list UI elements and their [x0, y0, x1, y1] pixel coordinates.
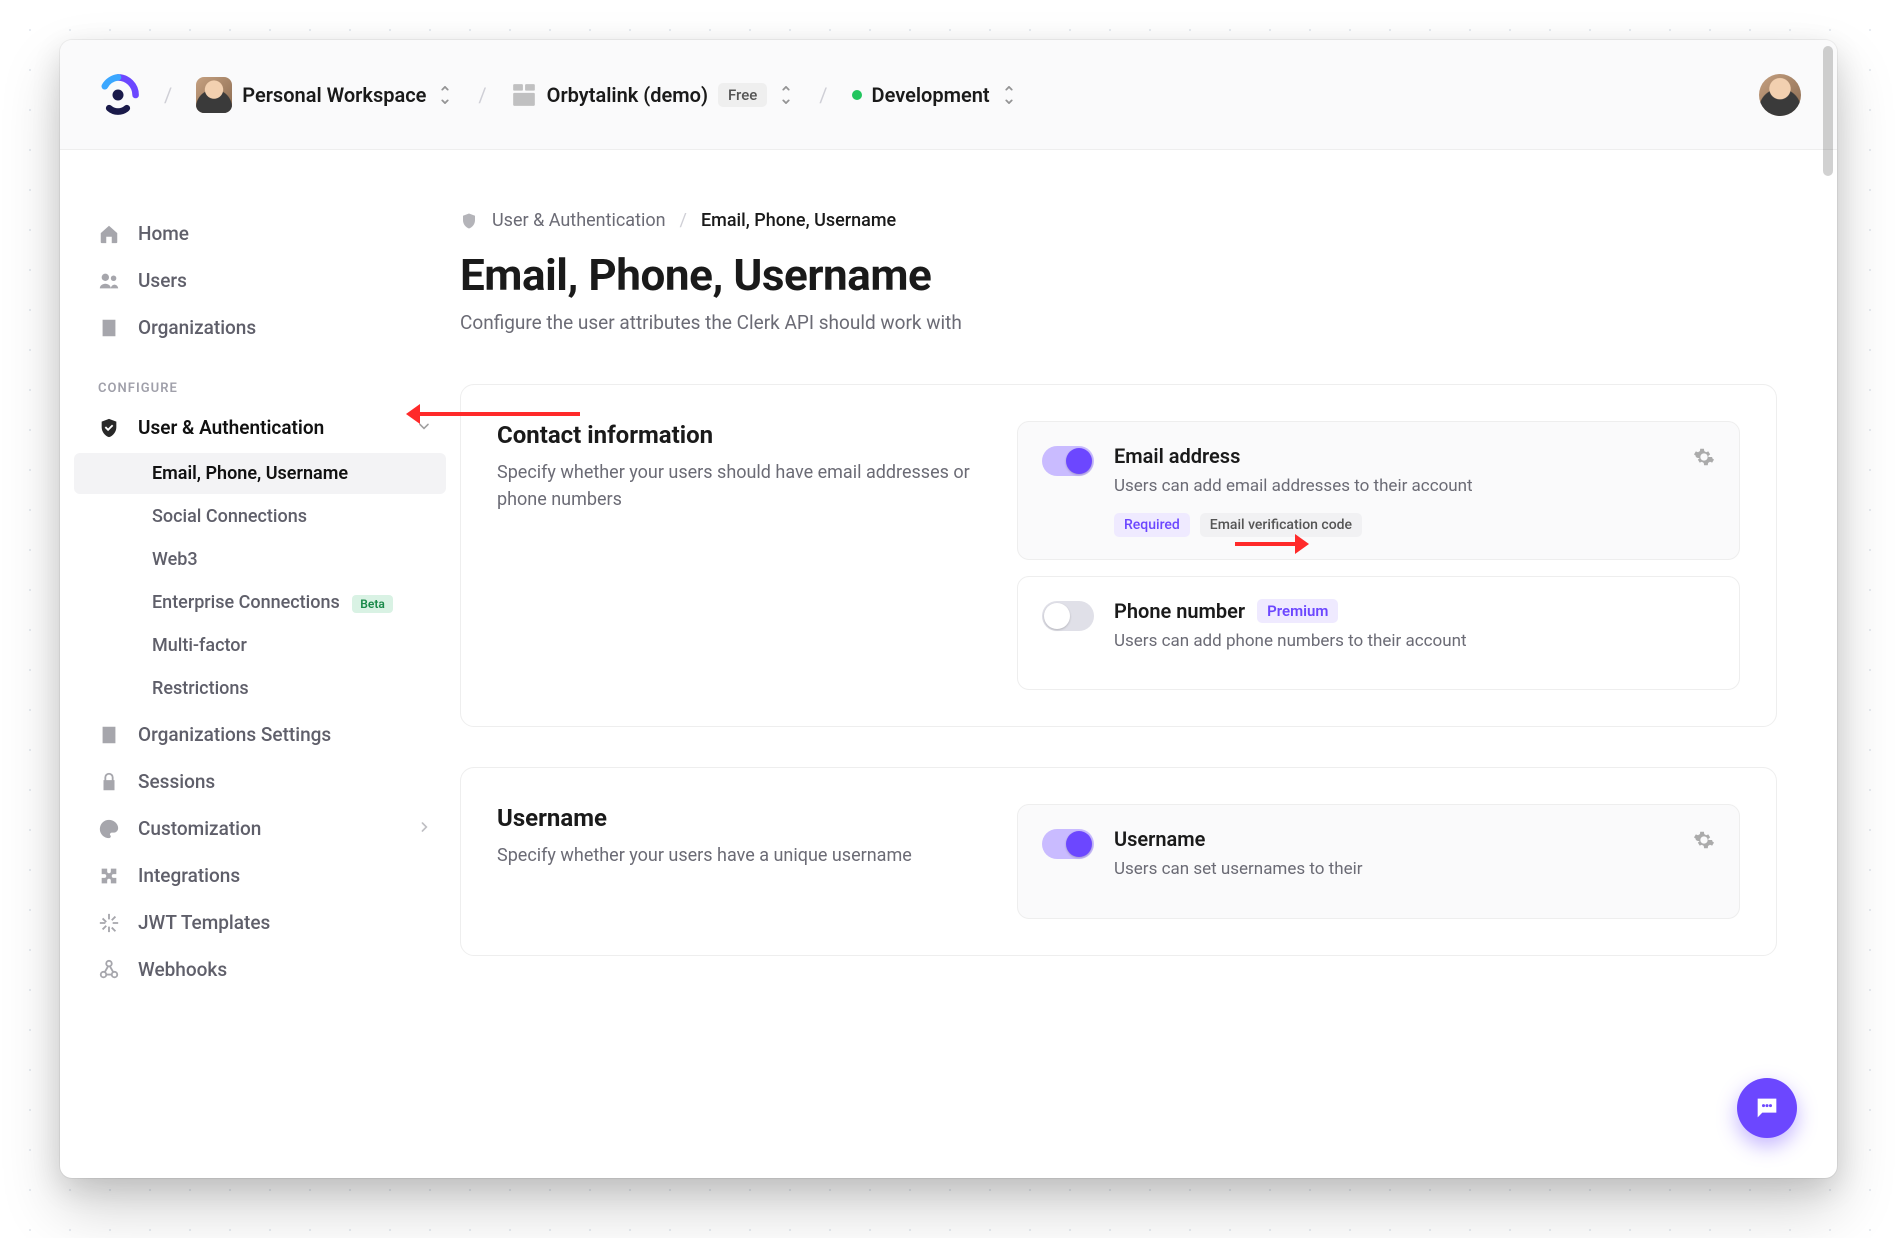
building-icon	[98, 724, 120, 746]
application-selector[interactable]: Orbytalink (demo) Free	[511, 82, 796, 108]
workspace-name: Personal Workspace	[242, 83, 426, 107]
app-window: / Personal Workspace / Orbytalink (demo)…	[60, 40, 1837, 1178]
plan-badge: Free	[718, 83, 767, 107]
sidebar-sub-items: Email, Phone, Username Social Connection…	[60, 453, 460, 709]
card-phone-number: Phone number Premium Users can add phone…	[1017, 576, 1740, 691]
sidebar-item-label: User & Authentication	[138, 416, 324, 439]
panel-username: Username Specify whether your users have…	[460, 767, 1777, 956]
page-subtitle: Configure the user attributes the Clerk …	[460, 311, 1777, 334]
sidebar-item-integrations[interactable]: Integrations	[60, 852, 460, 899]
users-icon	[98, 270, 120, 292]
sidebar-item-webhooks[interactable]: Webhooks	[60, 946, 460, 993]
annotation-arrow-left	[410, 412, 580, 416]
annotation-arrow-right	[1235, 542, 1305, 546]
panel-contact-info: Contact information Specify whether your…	[460, 384, 1777, 727]
sidebar-subitem-web3[interactable]: Web3	[74, 539, 446, 580]
shield-check-icon	[98, 417, 120, 439]
sidebar: Home Users Organizations CONFIGURE User …	[60, 150, 460, 1178]
home-icon	[98, 223, 120, 245]
chat-icon	[1753, 1094, 1781, 1122]
workspace-selector[interactable]: Personal Workspace	[196, 77, 454, 113]
card-username: Username Users can set usernames to thei…	[1017, 804, 1740, 919]
topbar: / Personal Workspace / Orbytalink (demo)…	[60, 40, 1837, 150]
jwt-icon	[98, 912, 120, 934]
clerk-logo[interactable]	[96, 73, 140, 117]
card-description: Users can add phone numbers to their acc…	[1114, 629, 1715, 654]
sidebar-item-jwt[interactable]: JWT Templates	[60, 899, 460, 946]
main-body: Home Users Organizations CONFIGURE User …	[60, 150, 1837, 1178]
sidebar-item-label: Webhooks	[138, 958, 227, 981]
card-description: Users can add email addresses to their a…	[1114, 474, 1673, 499]
building-icon	[98, 317, 120, 339]
gear-icon[interactable]	[1693, 829, 1715, 851]
main-content: User & Authentication / Email, Phone, Us…	[460, 150, 1837, 1178]
chat-fab[interactable]	[1737, 1078, 1797, 1138]
sidebar-item-label: Integrations	[138, 864, 240, 887]
sidebar-item-label: Sessions	[138, 770, 215, 793]
selector-icon	[1000, 86, 1018, 104]
chip-required: Required	[1114, 513, 1190, 537]
sidebar-subitem-label: Enterprise Connections	[152, 592, 340, 613]
page-title: Email, Phone, Username	[460, 249, 1777, 301]
lock-icon	[98, 771, 120, 793]
puzzle-icon	[98, 865, 120, 887]
beta-badge: Beta	[352, 595, 393, 613]
sidebar-subitem-restrictions[interactable]: Restrictions	[74, 668, 446, 709]
sidebar-item-label: Home	[138, 222, 189, 245]
panel-title: Contact information	[497, 421, 977, 449]
panel-title: Username	[497, 804, 977, 832]
selector-icon	[436, 86, 454, 104]
sidebar-item-label: Customization	[138, 817, 261, 840]
card-email-address: Email address Users can add email addres…	[1017, 421, 1740, 560]
shield-icon	[460, 212, 478, 230]
sidebar-item-organizations[interactable]: Organizations	[60, 304, 460, 351]
sidebar-item-label: Organizations Settings	[138, 723, 331, 746]
webhook-icon	[98, 959, 120, 981]
workspace-avatar	[196, 77, 232, 113]
breadcrumb: User & Authentication / Email, Phone, Us…	[460, 210, 1777, 231]
breadcrumb-separator: /	[819, 83, 827, 107]
selector-icon	[777, 86, 795, 104]
toggle-phone[interactable]	[1042, 601, 1094, 631]
sidebar-subitem-mfa[interactable]: Multi-factor	[74, 625, 446, 666]
sidebar-item-label: JWT Templates	[138, 911, 270, 934]
gear-icon[interactable]	[1693, 446, 1715, 468]
breadcrumb-separator: /	[478, 83, 486, 107]
breadcrumb-current: Email, Phone, Username	[701, 210, 896, 231]
environment-selector[interactable]: Development	[852, 83, 1018, 107]
toggle-username[interactable]	[1042, 829, 1094, 859]
card-title-text: Username	[1114, 827, 1205, 851]
sidebar-item-org-settings[interactable]: Organizations Settings	[60, 711, 460, 758]
sidebar-item-home[interactable]: Home	[60, 210, 460, 257]
sidebar-item-users[interactable]: Users	[60, 257, 460, 304]
chip-verification: Email verification code	[1200, 513, 1362, 537]
card-title-text: Phone number	[1114, 599, 1245, 623]
environment-status-dot	[852, 90, 862, 100]
premium-badge: Premium	[1257, 599, 1338, 623]
user-avatar[interactable]	[1759, 74, 1801, 116]
panel-description: Specify whether your users should have e…	[497, 459, 977, 513]
palette-icon	[98, 818, 120, 840]
panel-description: Specify whether your users have a unique…	[497, 842, 977, 869]
sidebar-subitem-enterprise[interactable]: Enterprise Connections Beta	[74, 582, 446, 623]
environment-name: Development	[872, 83, 990, 107]
toggle-email[interactable]	[1042, 446, 1094, 476]
breadcrumb-separator: /	[680, 210, 687, 231]
card-title-text: Email address	[1114, 444, 1240, 468]
sidebar-section-configure: CONFIGURE	[60, 351, 460, 404]
application-name: Orbytalink (demo)	[547, 83, 708, 107]
card-description: Users can set usernames to their	[1114, 857, 1673, 882]
sidebar-item-label: Users	[138, 269, 187, 292]
breadcrumb-separator: /	[164, 83, 172, 107]
sidebar-item-customization[interactable]: Customization	[60, 805, 460, 852]
app-icon	[511, 82, 537, 108]
chevron-right-icon	[416, 817, 432, 840]
sidebar-item-sessions[interactable]: Sessions	[60, 758, 460, 805]
sidebar-subitem-email-phone-username[interactable]: Email, Phone, Username	[74, 453, 446, 494]
sidebar-item-label: Organizations	[138, 316, 256, 339]
breadcrumb-section[interactable]: User & Authentication	[492, 210, 666, 231]
sidebar-subitem-social[interactable]: Social Connections	[74, 496, 446, 537]
